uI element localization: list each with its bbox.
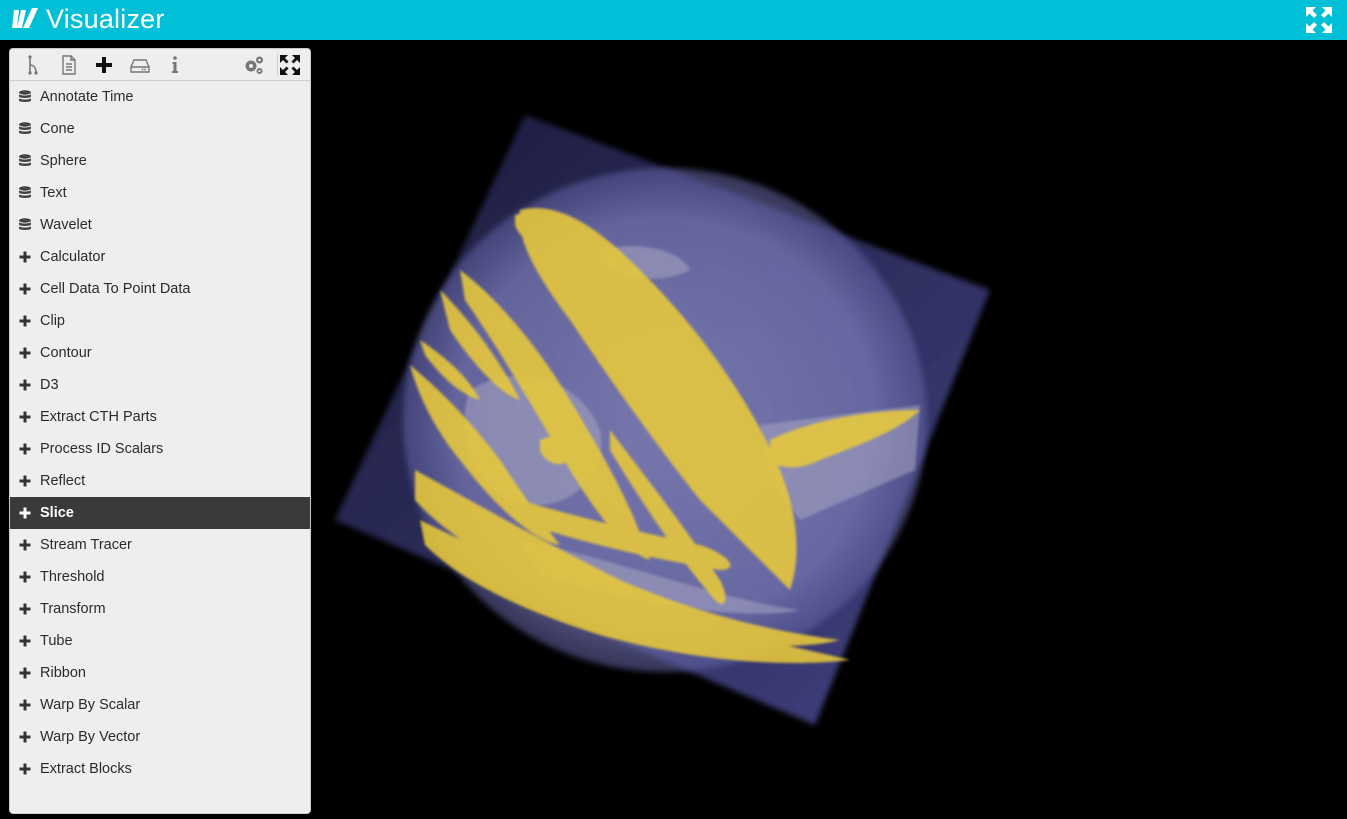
document-icon[interactable] (57, 53, 81, 77)
plus-icon (18, 378, 32, 392)
plus-icon (18, 698, 32, 712)
list-item[interactable]: Warp By Scalar (10, 689, 310, 721)
list-item-selected[interactable]: Slice (10, 497, 310, 529)
list-item-label: D3 (40, 377, 59, 393)
list-item[interactable]: Calculator (10, 241, 310, 273)
plus-icon[interactable] (92, 53, 116, 77)
plus-icon (18, 314, 32, 328)
database-icon (18, 154, 32, 168)
list-item[interactable]: Sphere (10, 145, 310, 177)
info-icon[interactable] (163, 53, 187, 77)
list-item-label: Calculator (40, 249, 106, 265)
plus-icon (18, 666, 32, 680)
database-icon (18, 122, 32, 136)
hard-drive-icon[interactable] (128, 53, 152, 77)
plus-icon (18, 346, 32, 360)
panel-toolbar (10, 49, 310, 81)
list-item-label: Ribbon (40, 665, 86, 681)
list-item[interactable]: Contour (10, 337, 310, 369)
list-item-label: Contour (40, 345, 92, 361)
list-item-label: Stream Tracer (40, 537, 132, 553)
list-item-label: Process ID Scalars (40, 441, 164, 457)
list-item-label: Cone (40, 121, 75, 137)
app-title: Visualizer (46, 4, 165, 34)
list-item-label: Extract Blocks (40, 761, 132, 777)
list-item-label: Cell Data To Point Data (40, 281, 191, 297)
plus-icon (18, 282, 32, 296)
list-item-label: Wavelet (40, 217, 92, 233)
filter-panel: Annotate Time Cone Sphere Text Wavelet C… (9, 48, 311, 814)
visualizer-logo-icon (12, 8, 38, 28)
plus-icon (18, 602, 32, 616)
database-icon (18, 186, 32, 200)
gears-icon[interactable] (242, 53, 266, 77)
list-item[interactable]: Process ID Scalars (10, 433, 310, 465)
collapse-arrows-icon[interactable] (278, 53, 302, 77)
filter-list: Annotate Time Cone Sphere Text Wavelet C… (10, 81, 310, 785)
pipeline-tree-icon[interactable] (21, 53, 45, 77)
list-item-label: Threshold (40, 569, 105, 585)
list-item-label: Text (40, 185, 67, 201)
list-item-label: Transform (40, 601, 106, 617)
list-item-label: Sphere (40, 153, 87, 169)
list-item[interactable]: Clip (10, 305, 310, 337)
list-item-label: Warp By Vector (40, 729, 141, 745)
list-item-label: Clip (40, 313, 65, 329)
list-item[interactable]: Transform (10, 593, 310, 625)
list-item-label: Extract CTH Parts (40, 409, 157, 425)
list-item[interactable]: Text (10, 177, 310, 209)
list-item[interactable]: Ribbon (10, 657, 310, 689)
list-item[interactable]: Threshold (10, 561, 310, 593)
list-item-label: Slice (40, 505, 74, 521)
plus-icon (18, 506, 32, 520)
list-item-label: Annotate Time (40, 89, 134, 105)
list-item[interactable]: Cone (10, 113, 310, 145)
list-item[interactable]: Annotate Time (10, 81, 310, 113)
plus-icon (18, 538, 32, 552)
list-item[interactable]: Extract Blocks (10, 753, 310, 785)
plus-icon (18, 762, 32, 776)
list-item[interactable]: Warp By Vector (10, 721, 310, 753)
plus-icon (18, 474, 32, 488)
plus-icon (18, 410, 32, 424)
list-item[interactable]: Extract CTH Parts (10, 401, 310, 433)
plus-icon (18, 730, 32, 744)
list-item-label: Tube (40, 633, 73, 649)
list-item[interactable]: Cell Data To Point Data (10, 273, 310, 305)
app-header: Visualizer (0, 0, 1347, 40)
list-item[interactable]: Stream Tracer (10, 529, 310, 561)
list-item[interactable]: Wavelet (10, 209, 310, 241)
plus-icon (18, 442, 32, 456)
plus-icon (18, 634, 32, 648)
list-item[interactable]: D3 (10, 369, 310, 401)
list-item[interactable]: Reflect (10, 465, 310, 497)
plus-icon (18, 250, 32, 264)
list-item[interactable]: Tube (10, 625, 310, 657)
expand-arrows-icon[interactable] (1305, 6, 1333, 34)
plus-icon (18, 570, 32, 584)
database-icon (18, 90, 32, 104)
database-icon (18, 218, 32, 232)
list-item-label: Reflect (40, 473, 86, 489)
list-item-label: Warp By Scalar (40, 697, 141, 713)
